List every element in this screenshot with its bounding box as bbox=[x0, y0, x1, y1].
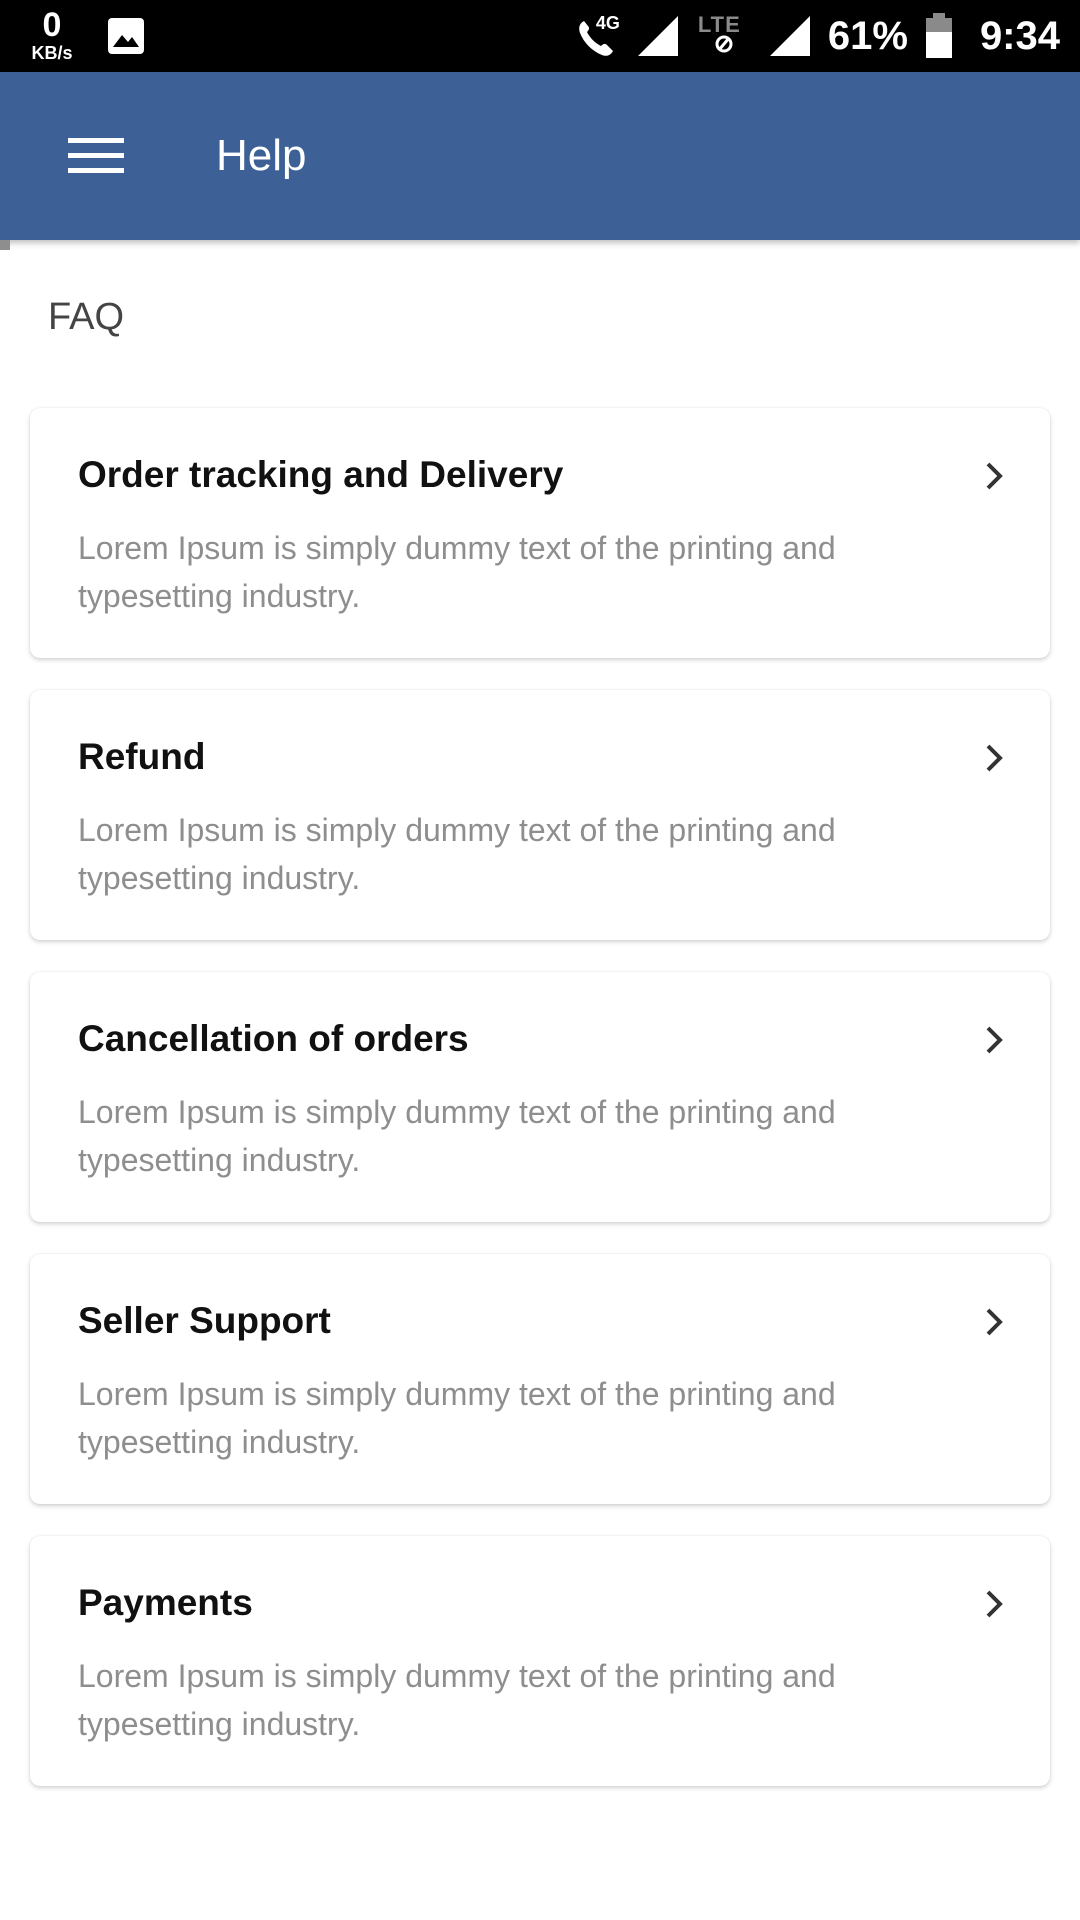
gallery-icon bbox=[108, 18, 144, 54]
signal-strength-icon bbox=[637, 16, 678, 56]
status-bar: 0 KB/s 4G LTE 61% 9:34 bbox=[0, 0, 1080, 72]
faq-list: Order tracking and Delivery Lorem Ipsum … bbox=[30, 408, 1050, 1818]
network-speed-unit: KB/s bbox=[31, 43, 73, 63]
faq-card-refund[interactable]: Refund Lorem Ipsum is simply dummy text … bbox=[30, 690, 1050, 940]
faq-card-description: Lorem Ipsum is simply dummy text of the … bbox=[78, 1658, 836, 1742]
faq-card-payments[interactable]: Payments Lorem Ipsum is simply dummy tex… bbox=[30, 1536, 1050, 1786]
hamburger-menu-icon bbox=[68, 138, 124, 173]
faq-card-title: Cancellation of orders bbox=[78, 1018, 469, 1059]
faq-card-title: Payments bbox=[78, 1582, 253, 1623]
chevron-right-icon bbox=[986, 1308, 1003, 1336]
clock: 9:34 bbox=[979, 13, 1060, 58]
battery-icon bbox=[925, 13, 952, 58]
page-title: Help bbox=[216, 131, 307, 180]
faq-card-order-tracking[interactable]: Order tracking and Delivery Lorem Ipsum … bbox=[30, 408, 1050, 658]
faq-card-title: Seller Support bbox=[78, 1300, 331, 1341]
network-speed: 0 KB/s bbox=[24, 8, 80, 62]
faq-card-seller-support[interactable]: Seller Support Lorem Ipsum is simply dum… bbox=[30, 1254, 1050, 1504]
app-bar: Help bbox=[0, 72, 1080, 240]
faq-card-description: Lorem Ipsum is simply dummy text of the … bbox=[78, 812, 836, 896]
signal-strength-icon-2 bbox=[769, 16, 810, 56]
chevron-right-icon bbox=[986, 744, 1003, 772]
faq-card-cancellation[interactable]: Cancellation of orders Lorem Ipsum is si… bbox=[30, 972, 1050, 1222]
faq-card-description: Lorem Ipsum is simply dummy text of the … bbox=[78, 1094, 836, 1178]
scroll-indicator bbox=[0, 240, 10, 250]
network-speed-value: 0 bbox=[42, 6, 62, 44]
faq-heading: FAQ bbox=[48, 296, 125, 338]
lte-tag: LTE bbox=[697, 12, 741, 37]
battery-percent: 61% bbox=[827, 13, 908, 58]
faq-card-title: Order tracking and Delivery bbox=[78, 454, 564, 495]
call-network-tag: 4G bbox=[595, 13, 620, 33]
chevron-right-icon bbox=[986, 1026, 1003, 1054]
chevron-right-icon bbox=[986, 1590, 1003, 1618]
faq-card-description: Lorem Ipsum is simply dummy text of the … bbox=[78, 530, 836, 614]
menu-button[interactable] bbox=[56, 128, 136, 184]
faq-card-title: Refund bbox=[78, 736, 206, 777]
volte-call-icon: 4G bbox=[574, 13, 620, 59]
lte-signal-icon: LTE bbox=[696, 12, 752, 58]
faq-card-description: Lorem Ipsum is simply dummy text of the … bbox=[78, 1376, 836, 1460]
chevron-right-icon bbox=[986, 462, 1003, 490]
